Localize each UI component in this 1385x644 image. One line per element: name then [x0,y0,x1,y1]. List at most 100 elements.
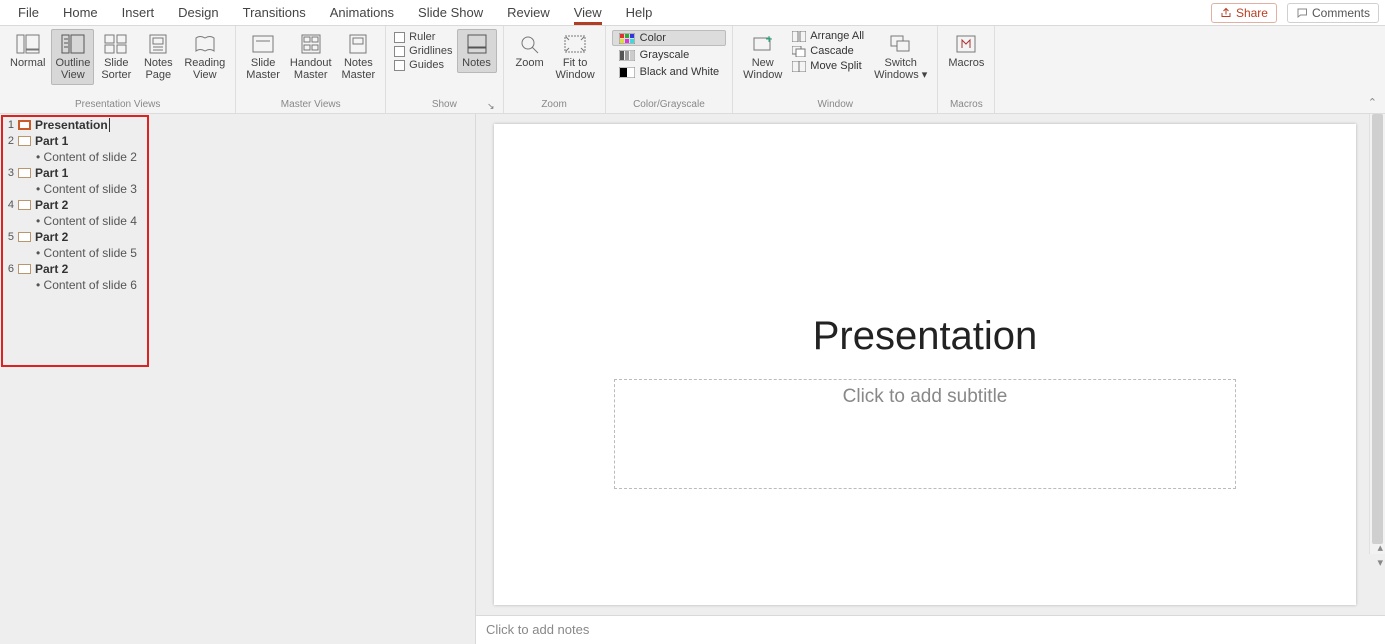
group-master-views: Slide Master Handout Master Notes Master… [236,26,386,113]
fit-to-window-icon [563,33,587,55]
notes-button[interactable]: Notes [457,29,497,73]
tab-animations[interactable]: Animations [318,0,406,25]
outline-view-button[interactable]: Outline View [51,29,94,85]
outline-slide-row[interactable]: 1Presentation [4,118,471,132]
tab-transitions[interactable]: Transitions [231,0,318,25]
arrange-all-label: Arrange All [810,30,864,42]
outline-slide-row[interactable]: 6 Part 2 • Content of slide 6 [4,262,471,292]
outline-slide-number: 6 [4,263,14,275]
notes-master-button[interactable]: Notes Master [338,29,380,85]
outline-slide-icon[interactable] [18,136,31,146]
show-dialog-launcher[interactable]: ↘ [487,101,497,112]
macros-button[interactable]: Macros [944,29,988,73]
outline-slide-title[interactable]: Presentation [35,118,110,132]
prev-slide-button[interactable]: ▴ [1377,541,1383,554]
fit-to-window-button[interactable]: Fit to Window [552,29,599,85]
tab-file[interactable]: File [6,0,51,25]
tab-insert[interactable]: Insert [110,0,167,25]
black-white-label: Black and White [640,66,719,78]
ruler-label: Ruler [409,31,435,43]
move-split-label: Move Split [810,60,861,72]
move-split-button[interactable]: Move Split [788,59,868,73]
notes-label: Notes [462,57,491,69]
tab-slideshow[interactable]: Slide Show [406,0,495,25]
outline-slide-icon[interactable] [18,168,31,178]
slide-canvas[interactable]: Presentation Click to add subtitle [494,124,1356,605]
outline-slide-title[interactable]: Part 2 [35,262,68,276]
gridlines-checkbox[interactable]: Gridlines [394,45,452,57]
outline-slide-row[interactable]: 4Part 2• Content of slide 4 [4,198,471,228]
collapse-ribbon-button[interactable]: ⌃ [1368,96,1377,109]
notes-pane[interactable]: Click to add notes [476,615,1385,644]
outline-slide-body[interactable]: • Content of slide 3 [4,182,471,196]
notes-icon [465,33,489,55]
slide-master-icon [251,33,275,55]
cascade-button[interactable]: Cascade [788,44,868,58]
slide-master-button[interactable]: Slide Master [242,29,284,85]
outline-slide-title[interactable]: Part 2 [35,230,68,244]
notes-page-button[interactable]: Notes Page [138,29,178,85]
outline-slide-body[interactable]: • Content of slide 6 [4,278,471,292]
arrange-all-button[interactable]: Arrange All [788,29,868,43]
outline-slide-title[interactable]: Part 1 [35,134,68,148]
new-window-label: New Window [743,57,782,81]
handout-master-button[interactable]: Handout Master [286,29,336,85]
next-slide-button[interactable]: ▾ [1377,556,1383,569]
zoom-button[interactable]: Zoom [510,29,550,73]
outline-slide-row[interactable]: 3 Part 1 • Content of slide 3 [4,166,471,196]
outline-slide-body[interactable]: • Content of slide 4 [4,214,471,228]
outline-pane[interactable]: 1Presentation2Part 1• Content of slide 2… [0,114,475,644]
vertical-scrollbar-thumb[interactable] [1372,114,1383,544]
color-icon [619,33,635,44]
group-color-grayscale: Color Grayscale Black and White Color/Gr… [606,26,733,113]
group-color-grayscale-label: Color/Grayscale [612,99,726,112]
tab-review[interactable]: Review [495,0,562,25]
vertical-scrollbar[interactable] [1369,114,1385,554]
normal-view-label: Normal [10,57,45,69]
normal-view-icon [16,33,40,55]
outline-slide-icon[interactable] [18,232,31,242]
group-macros-label: Macros [944,99,988,112]
switch-windows-button[interactable]: Switch Windows ▾ [870,29,931,85]
outline-slide-row[interactable]: 2Part 1• Content of slide 2 [4,134,471,164]
tab-home[interactable]: Home [51,0,110,25]
share-icon [1220,7,1232,19]
outline-slide-icon[interactable] [18,120,31,130]
guides-checkbox[interactable]: Guides [394,59,452,71]
outline-slide-icon[interactable] [18,264,31,274]
ruler-checkbox[interactable]: Ruler [394,31,452,43]
grayscale-label: Grayscale [640,49,690,61]
tab-design[interactable]: Design [166,0,230,25]
guides-label: Guides [409,59,444,71]
share-button[interactable]: Share [1211,3,1277,23]
color-button[interactable]: Color [612,30,726,46]
normal-view-button[interactable]: Normal [6,29,49,73]
slide-subtitle-placeholder[interactable]: Click to add subtitle [614,379,1236,489]
outline-slide-number: 3 [4,167,14,179]
slide-sorter-button[interactable]: Slide Sorter [96,29,136,85]
comments-button[interactable]: Comments [1287,3,1379,23]
reading-view-label: Reading View [184,57,225,81]
menu-tabs-right: Share Comments [1211,3,1379,23]
comments-label: Comments [1312,6,1370,20]
reading-view-button[interactable]: Reading View [180,29,229,85]
outline-slide-row[interactable]: 5Part 2• Content of slide 5 [4,230,471,260]
grayscale-button[interactable]: Grayscale [612,47,726,63]
editor-area: Presentation Click to add subtitle ▴ ▾ C… [475,114,1385,644]
group-zoom: Zoom Fit to Window Zoom [504,26,606,113]
group-show: Ruler Gridlines Guides Notes Show ↘ [386,26,503,113]
outline-slide-body[interactable]: • Content of slide 2 [4,150,471,164]
slide-title-text[interactable]: Presentation [813,314,1038,359]
switch-windows-icon [889,33,913,55]
tab-help[interactable]: Help [614,0,665,25]
outline-slide-title[interactable]: Part 1 [35,166,68,180]
outline-slide-title[interactable]: Part 2 [35,198,68,212]
notes-master-icon [346,33,370,55]
slide-nav-controls: ▴ ▾ [1377,541,1383,569]
switch-windows-label: Switch Windows ▾ [874,57,927,81]
black-white-button[interactable]: Black and White [612,64,726,80]
new-window-button[interactable]: New Window [739,29,786,85]
outline-slide-body[interactable]: • Content of slide 5 [4,246,471,260]
notes-page-label: Notes Page [144,57,173,81]
outline-slide-icon[interactable] [18,200,31,210]
